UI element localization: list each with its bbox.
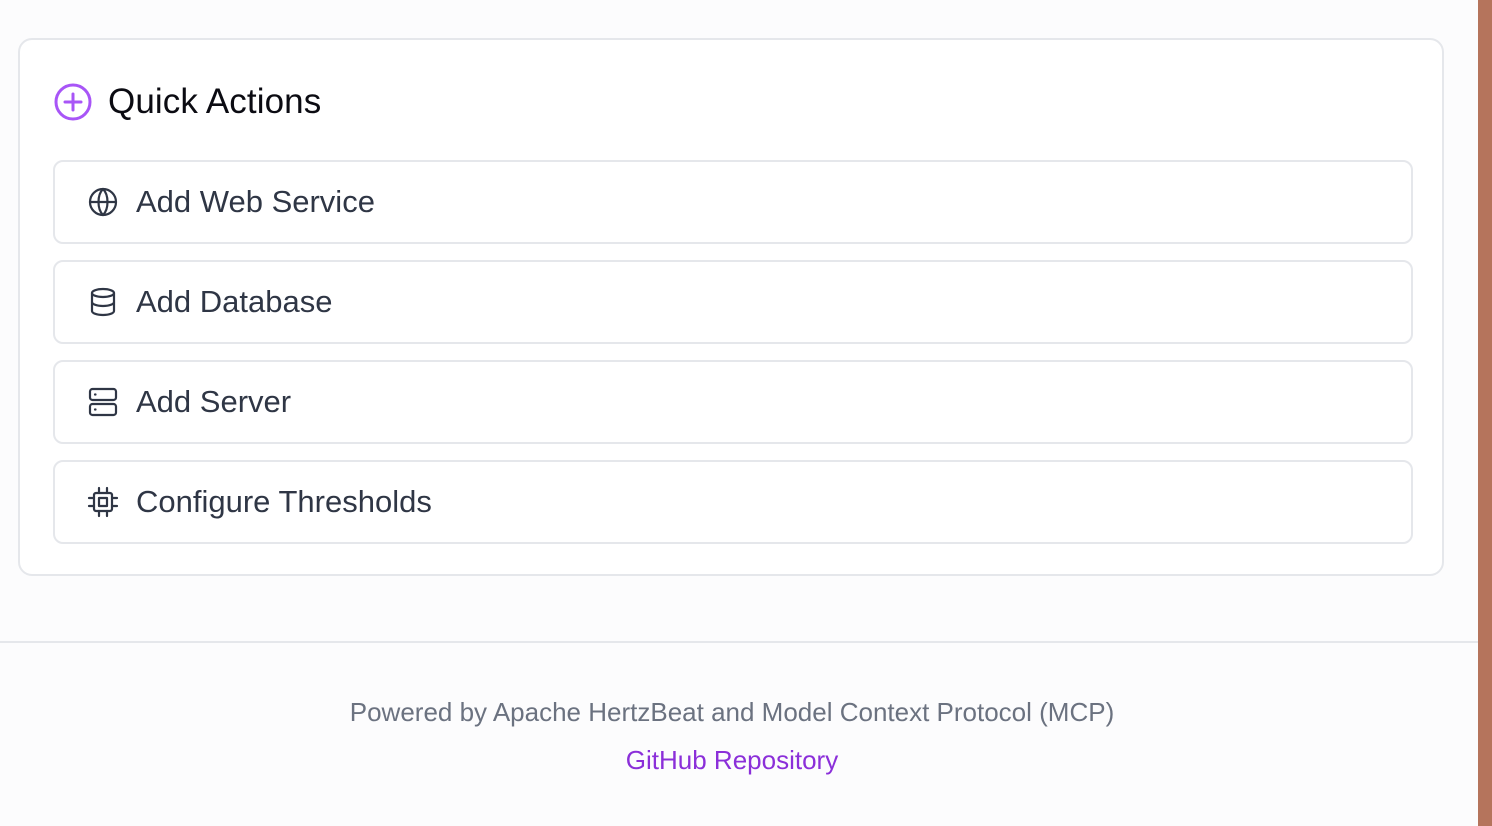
- quick-actions-header: Quick Actions: [53, 80, 321, 124]
- card-title: Quick Actions: [108, 82, 322, 121]
- add-database-button[interactable]: Add Database: [53, 260, 1413, 344]
- configure-thresholds-label: Configure Thresholds: [136, 484, 432, 519]
- add-server-label: Add Server: [136, 384, 292, 419]
- cpu-icon: [87, 486, 119, 518]
- quick-actions-list: Add Web Service Add Database Add Server …: [53, 160, 1413, 560]
- globe-icon: [87, 186, 119, 218]
- server-icon: [87, 386, 119, 418]
- database-icon: [87, 286, 119, 318]
- window-edge: [1478, 0, 1492, 826]
- configure-thresholds-button[interactable]: Configure Thresholds: [53, 460, 1413, 544]
- powered-by-text: Powered by Apache HertzBeat and Model Co…: [349, 697, 1115, 727]
- add-server-button[interactable]: Add Server: [53, 360, 1413, 444]
- add-web-service-label: Add Web Service: [136, 184, 375, 219]
- footer: Powered by Apache HertzBeat and Model Co…: [0, 690, 1464, 786]
- github-repository-link[interactable]: GitHub Repository: [626, 734, 838, 786]
- page: Quick Actions Add Web Service Add Databa…: [0, 0, 1492, 826]
- add-database-label: Add Database: [136, 284, 333, 319]
- add-web-service-button[interactable]: Add Web Service: [53, 160, 1413, 244]
- footer-divider: [0, 641, 1478, 643]
- quick-actions-card: Quick Actions Add Web Service Add Databa…: [18, 38, 1444, 576]
- plus-circle-icon: [53, 82, 93, 122]
